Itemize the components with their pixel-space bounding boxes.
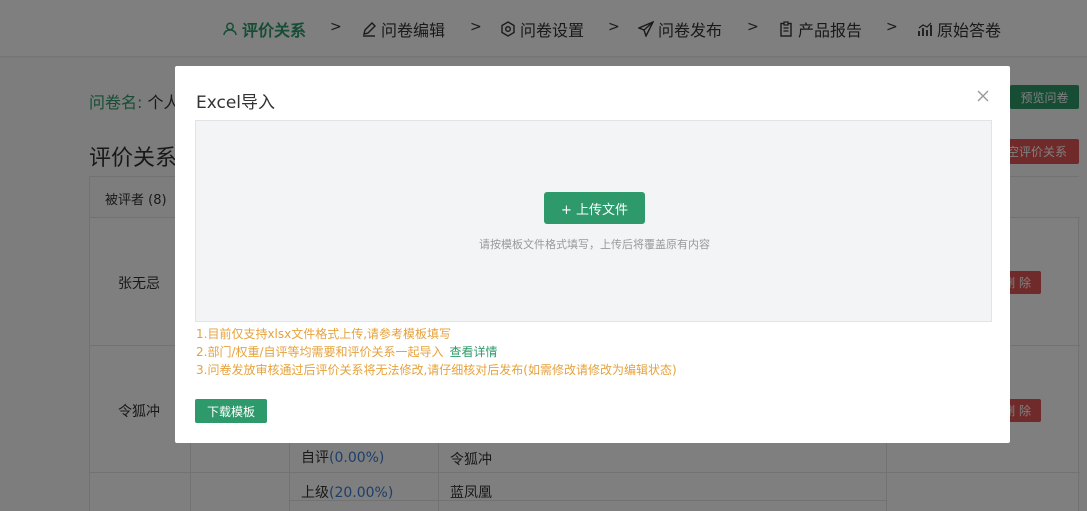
note-item: 2.部门/权重/自评等均需要和评价关系一起导入 查看详情 bbox=[196, 343, 986, 361]
upload-drop-area[interactable]: + 上传文件 请按模板文件格式填写，上传后将覆盖原有内容 bbox=[195, 120, 992, 322]
dialog-title: Excel导入 bbox=[196, 93, 276, 113]
view-details-link[interactable]: 查看详情 bbox=[450, 345, 498, 359]
note-item: 1.目前仅支持xlsx文件格式上传,请参考模板填写 bbox=[196, 325, 986, 343]
note-item: 3.问卷发放审核通过后评价关系将无法修改,请仔细核对后发布(如需修改请修改为编辑… bbox=[196, 361, 986, 379]
download-template-button[interactable]: 下载模板 bbox=[195, 399, 267, 423]
note-text: 2.部门/权重/自评等均需要和评价关系一起导入 bbox=[196, 345, 444, 359]
note-text: 3.问卷发放审核通过后评价关系将无法修改,请仔细核对后发布(如需修改请修改为编辑… bbox=[196, 363, 677, 377]
upload-hint: 请按模板文件格式填写，上传后将覆盖原有内容 bbox=[479, 238, 710, 251]
note-text: 1.目前仅支持xlsx文件格式上传,请参考模板填写 bbox=[196, 327, 452, 341]
import-notes: 1.目前仅支持xlsx文件格式上传,请参考模板填写 2.部门/权重/自评等均需要… bbox=[196, 325, 986, 379]
close-icon[interactable] bbox=[975, 88, 991, 104]
excel-import-dialog: Excel导入 + 上传文件 请按模板文件格式填写，上传后将覆盖原有内容 1.目… bbox=[175, 66, 1010, 443]
upload-file-button[interactable]: + 上传文件 bbox=[544, 192, 645, 224]
